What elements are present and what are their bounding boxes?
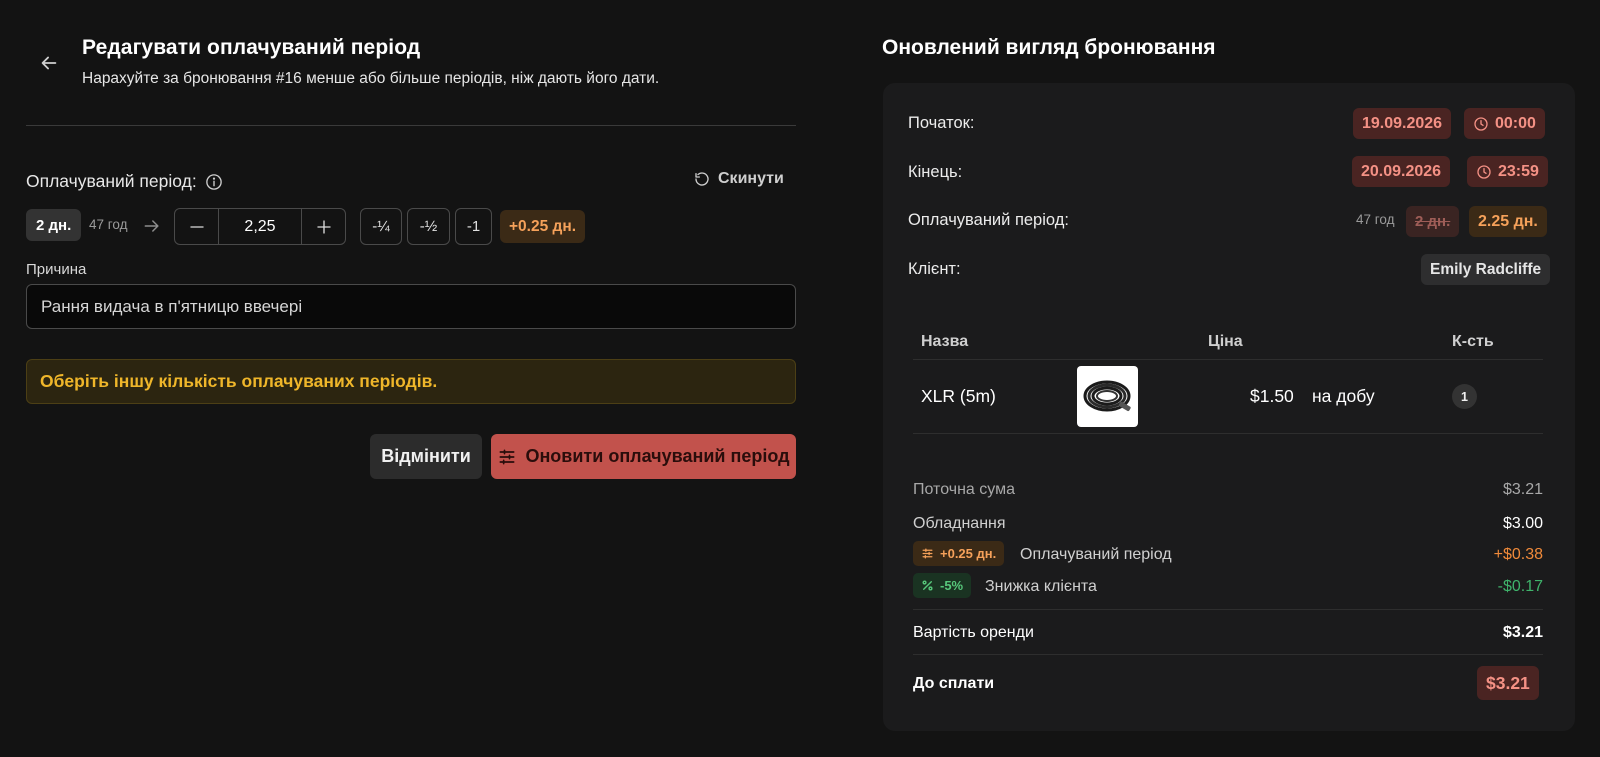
client-label: Клієнт: — [908, 260, 961, 278]
item-qty-badge: 1 — [1452, 384, 1477, 409]
summary-divider — [913, 654, 1543, 655]
current-sum-label: Поточна сума — [913, 481, 1015, 498]
equipment-label: Обладнання — [913, 515, 1006, 532]
page-subtitle: Нарахуйте за бронювання #16 менше або бі… — [82, 70, 660, 87]
reset-label: Скинути — [718, 170, 784, 187]
billing-adjustment-badge: +0.25 дн. — [913, 541, 1005, 566]
amount-due-badge: $3.21 — [1477, 666, 1539, 700]
discount-badge-text: -5% — [940, 578, 964, 593]
end-date: 20.09.2026 — [1361, 162, 1442, 180]
billing-adjustment-label: Оплачуваний період — [1020, 546, 1172, 563]
amount-due-label: До сплати — [913, 675, 995, 692]
back-arrow-icon[interactable] — [34, 48, 64, 78]
billing-adjustment-value: +$0.38 — [1493, 546, 1543, 563]
end-date-badge: 20.09.2026 — [1352, 156, 1451, 187]
minus-one-button[interactable]: -1 — [455, 208, 492, 245]
discount-badge: -5% — [913, 573, 972, 598]
item-thumbnail-image — [1077, 366, 1138, 427]
current-sum-value: $3.21 — [1502, 481, 1543, 498]
reset-button[interactable]: Скинути — [694, 170, 784, 188]
item-price-unit: на добу — [1312, 386, 1375, 406]
plus-icon — [316, 219, 331, 234]
increment-button[interactable] — [302, 209, 345, 244]
reset-icon — [694, 171, 710, 187]
rent-cost-value: $3.21 — [1502, 624, 1543, 641]
rent-cost-label: Вартість оренди — [913, 624, 1034, 641]
billing-period-row-label: Оплачуваний період: — [908, 211, 1069, 229]
table-divider — [913, 433, 1543, 434]
sliders-icon — [497, 447, 517, 467]
end-label: Кінець: — [908, 163, 963, 181]
table-divider — [913, 359, 1543, 360]
divider — [26, 125, 796, 126]
preview-title: Оновлений вигляд бронювання — [882, 36, 1216, 59]
current-hours: 47 год — [89, 217, 128, 232]
column-header-name: Назва — [921, 333, 969, 350]
billing-period-hours: 47 год — [1356, 212, 1395, 227]
page-title: Редагувати оплачуваний період — [82, 36, 421, 59]
new-billing-period: 2.25 дн. — [1469, 206, 1547, 237]
start-time-badge: 00:00 — [1464, 108, 1545, 139]
start-date: 19.09.2026 — [1362, 114, 1443, 132]
warning-alert: Оберіть іншу кількість оплачуваних періо… — [26, 359, 796, 404]
end-time-badge: 23:59 — [1467, 156, 1548, 187]
billing-period-label-text: Оплачуваний період: — [26, 171, 197, 191]
end-time: 23:59 — [1498, 162, 1539, 180]
start-time: 00:00 — [1495, 114, 1536, 132]
sliders-icon — [921, 547, 934, 560]
billing-period-label: Оплачуваний період: — [26, 171, 223, 192]
column-header-price: Ціна — [1208, 333, 1243, 350]
stepper-value[interactable]: 2,25 — [218, 209, 302, 244]
arrow-right-icon — [142, 216, 162, 236]
percent-icon — [921, 579, 934, 592]
current-days-badge: 2 дн. — [26, 209, 82, 241]
item-name: XLR (5m) — [921, 386, 996, 406]
start-label: Початок: — [908, 114, 975, 132]
decrement-button[interactable] — [175, 209, 218, 244]
reason-input[interactable] — [26, 284, 796, 329]
clock-icon — [1476, 164, 1492, 180]
discount-value: -$0.17 — [1497, 578, 1543, 595]
start-date-badge: 19.09.2026 — [1353, 108, 1452, 139]
equipment-value: $3.00 — [1502, 515, 1543, 532]
column-header-qty: К-сть — [1452, 333, 1494, 350]
update-billing-period-button[interactable]: Оновити оплачуваний період — [491, 434, 796, 479]
summary-divider — [913, 609, 1543, 610]
update-button-label: Оновити оплачуваний період — [525, 446, 790, 466]
clock-icon — [1473, 116, 1489, 132]
reason-label: Причина — [26, 261, 87, 278]
old-billing-period: 2 дн. — [1406, 206, 1460, 237]
info-icon[interactable] — [205, 173, 223, 191]
item-price: $1.50 — [1250, 386, 1294, 406]
billing-adjustment-badge-text: +0.25 дн. — [940, 546, 997, 561]
minus-half-button[interactable]: -½ — [407, 208, 450, 245]
discount-label: Знижка клієнта — [985, 578, 1097, 595]
minus-icon — [189, 225, 204, 228]
minus-quarter-button[interactable]: -¼ — [360, 208, 402, 245]
client-name-badge[interactable]: Emily Radcliffe — [1421, 254, 1551, 285]
delta-badge: +0.25 дн. — [500, 210, 586, 243]
cancel-button[interactable]: Відмінити — [370, 434, 482, 479]
period-stepper: 2,25 — [174, 208, 346, 245]
